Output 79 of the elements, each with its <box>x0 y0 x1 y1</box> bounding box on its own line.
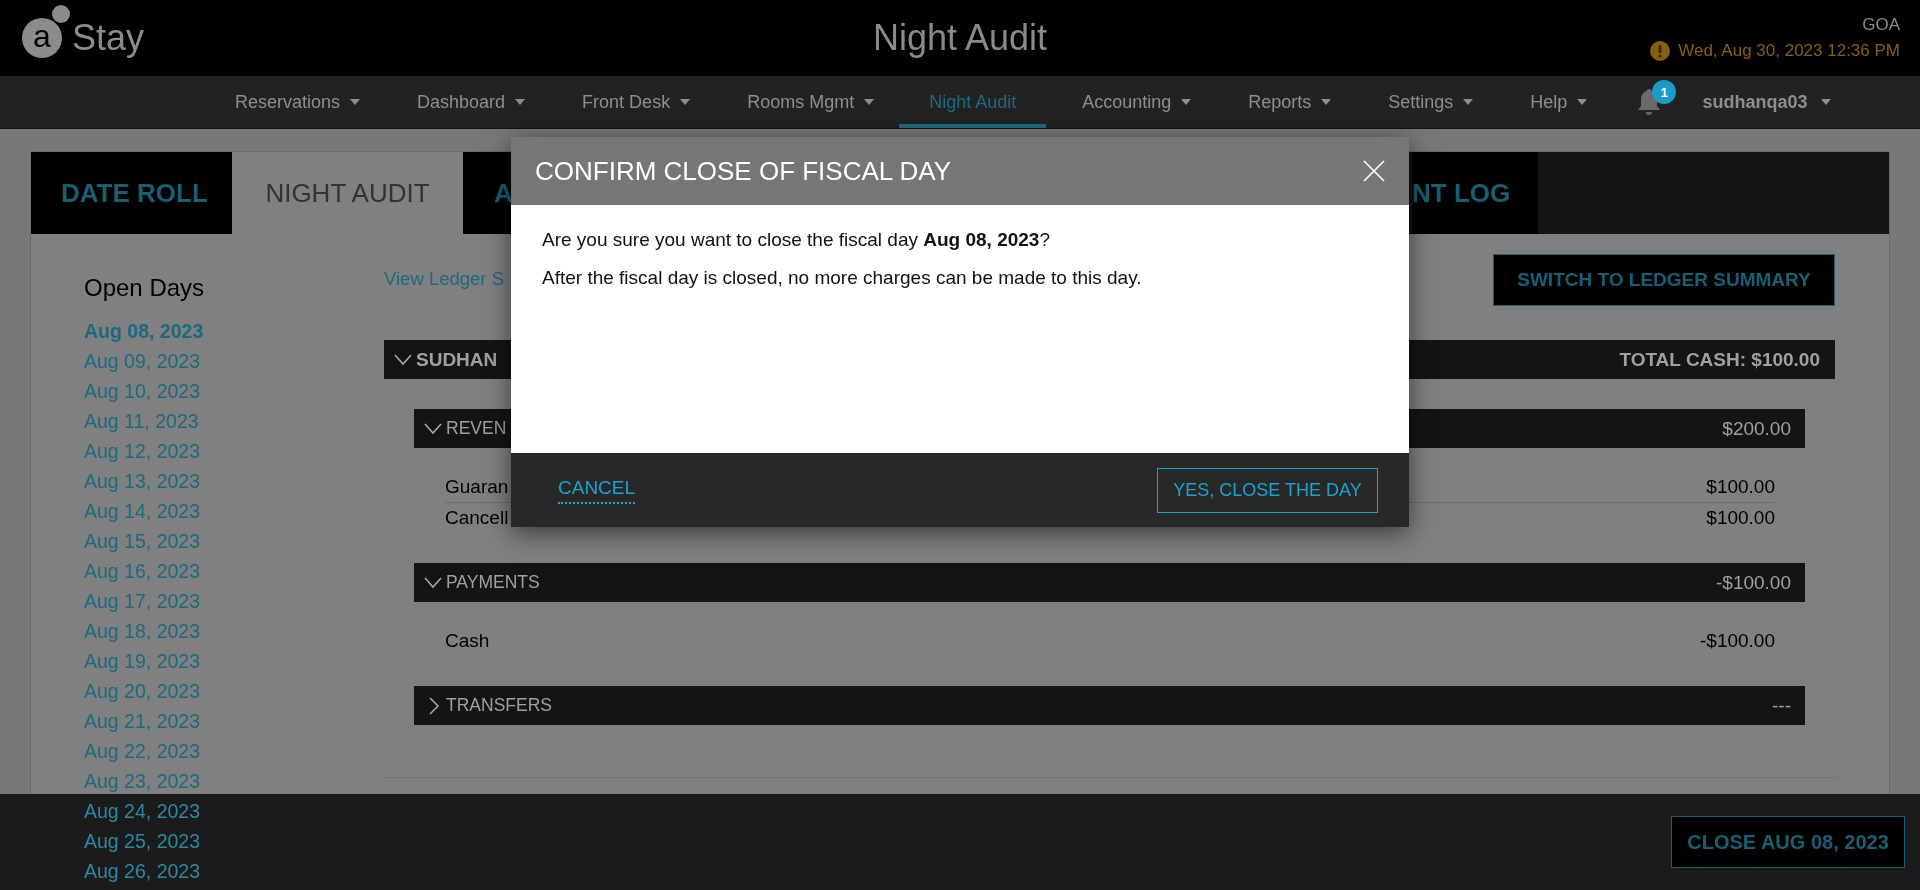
date-link[interactable]: Aug 17, 2023 <box>84 586 384 616</box>
dialog-title: CONFIRM CLOSE OF FISCAL DAY <box>535 155 952 187</box>
date-link[interactable]: Aug 09, 2023 <box>84 346 384 376</box>
confirm-button[interactable]: YES, CLOSE THE DAY <box>1157 467 1378 513</box>
cancel-link[interactable]: CANCEL <box>558 476 636 504</box>
group-title: TRANSFERS <box>446 695 552 716</box>
dialog-note: After the fiscal day is closed, no more charges can be made to this day. <box>542 267 1143 289</box>
nav-menu-item[interactable]: Reservations <box>235 76 386 128</box>
caret-icon <box>350 99 361 105</box>
account-name: SUDHAN <box>416 348 498 371</box>
date-link[interactable]: Aug 10, 2023 <box>84 376 384 406</box>
caret-icon <box>864 99 875 105</box>
caret-icon <box>515 99 526 105</box>
ledger-item: Cancell <box>445 507 509 529</box>
date-time: Wed, Aug 30, 2023 12:36 PM <box>1678 41 1900 61</box>
date-link[interactable]: Aug 26, 2023 <box>84 856 384 886</box>
view-ledger-link[interactable]: View Ledger S <box>384 268 504 290</box>
item-amount: -$100.00 <box>1700 630 1775 652</box>
date-link[interactable]: Aug 24, 2023 <box>84 796 384 826</box>
date-link[interactable]: Aug 23, 2023 <box>84 766 384 796</box>
date-link[interactable]: Aug 13, 2023 <box>84 466 384 496</box>
nav-menu-item[interactable]: Rooms Mgmt <box>747 76 900 128</box>
group-title: PAYMENTS <box>446 572 540 593</box>
close-day-button[interactable]: CLOSE AUG 08, 2023 <box>1671 816 1905 868</box>
tab[interactable]: NT LOG <box>1412 152 1538 234</box>
chevron-down-icon <box>424 422 442 435</box>
nav-menu-item[interactable]: Settings <box>1388 76 1499 128</box>
nav-menu-item[interactable]: Reports <box>1248 76 1357 128</box>
nav-menu-item[interactable]: Front Desk <box>582 76 716 128</box>
logo-mark: a <box>22 18 62 58</box>
ledger-item: Cash <box>445 630 490 652</box>
date-link[interactable]: Aug 25, 2023 <box>84 826 384 856</box>
date-link[interactable]: Aug 18, 2023 <box>84 616 384 646</box>
item-amount: $100.00 <box>1706 476 1775 498</box>
tab[interactable]: NIGHT AUDIT <box>232 152 463 234</box>
group-amount: --- <box>1772 694 1791 717</box>
caret-icon <box>1463 99 1474 105</box>
total-cash: TOTAL CASH: $100.00 <box>1619 348 1820 371</box>
nav-menu-item[interactable]: Dashboard <box>417 76 551 128</box>
page-title: Night Audit <box>872 17 1048 59</box>
group-amount: $200.00 <box>1722 417 1791 440</box>
caret-icon <box>680 99 691 105</box>
property-code: GOA <box>1862 15 1900 35</box>
user-menu[interactable]: sudhanqa03 <box>1702 76 1832 128</box>
notification-badge: 1 <box>1652 80 1677 104</box>
date-link[interactable]: Aug 20, 2023 <box>84 676 384 706</box>
chevron-down-icon <box>424 576 442 589</box>
date-link[interactable]: Aug 14, 2023 <box>84 496 384 526</box>
chevron-icon <box>394 353 412 366</box>
group-amount: -$100.00 <box>1716 571 1791 594</box>
caret-icon <box>1821 99 1832 105</box>
close-icon[interactable] <box>1363 160 1385 182</box>
warning-icon <box>1650 41 1671 61</box>
item-amount: $100.00 <box>1706 507 1775 529</box>
group-header-bar[interactable]: PAYMENTS -$100.00 <box>414 563 1805 602</box>
nav-menu-item[interactable]: Night Audit <box>899 76 1047 128</box>
switch-summary-button[interactable]: SWITCH TO LEDGER SUMMARY <box>1493 254 1835 306</box>
date-link[interactable]: Aug 19, 2023 <box>84 646 384 676</box>
dialog-message: Are you sure you want to close the fiscal day Aug 08, 2023? <box>542 229 1051 251</box>
date-link[interactable]: Aug 11, 2023 <box>84 406 384 436</box>
date-link[interactable]: Aug 08, 2023 <box>84 316 384 346</box>
nav-menu-item[interactable]: Accounting <box>1082 76 1217 128</box>
caret-icon <box>1577 99 1588 105</box>
section-title: Open Days <box>84 274 206 302</box>
date-link[interactable]: Aug 15, 2023 <box>84 526 384 556</box>
tab[interactable]: DATE ROLL <box>31 152 232 234</box>
logo-text: Stay <box>72 17 145 59</box>
ledger-item: Guaran <box>445 476 509 498</box>
date-link[interactable]: Aug 16, 2023 <box>84 556 384 586</box>
caret-icon <box>1181 99 1192 105</box>
date-link[interactable]: Aug 21, 2023 <box>84 706 384 736</box>
bell-icon[interactable] <box>1636 87 1663 117</box>
date-link[interactable]: Aug 22, 2023 <box>84 736 384 766</box>
nav-menu-item[interactable]: Help <box>1530 76 1613 128</box>
dot-icon <box>52 5 70 23</box>
caret-icon <box>1321 99 1332 105</box>
group-header-bar[interactable]: TRANSFERS --- <box>414 686 1805 725</box>
date-link[interactable]: Aug 12, 2023 <box>84 436 384 466</box>
group-title: REVEN <box>446 418 507 439</box>
